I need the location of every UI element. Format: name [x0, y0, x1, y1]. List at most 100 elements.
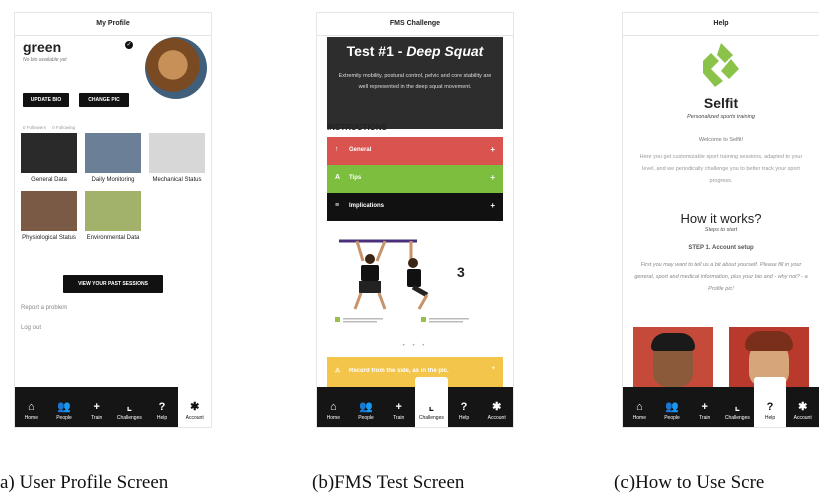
- tile-image: [85, 191, 141, 231]
- page-title: FMS Challenge: [317, 13, 513, 36]
- nav-train[interactable]: + Train: [80, 401, 113, 427]
- question-icon: ?: [460, 401, 468, 413]
- nav-challenges[interactable]: ⌞ Challenges: [113, 401, 146, 427]
- logout-link[interactable]: Log out: [21, 325, 41, 331]
- plus-icon: +: [395, 401, 402, 413]
- accordion-tips[interactable]: A Tips +: [327, 165, 503, 193]
- accordion-label: General: [349, 147, 372, 153]
- tile-physiological-status[interactable]: Physiological Status: [21, 191, 77, 243]
- nav-label: People: [664, 415, 680, 421]
- gear-icon: ✱: [492, 401, 502, 413]
- tile-label: Environmental Data: [86, 235, 140, 241]
- nav-label: Help: [764, 415, 776, 421]
- carousel-dots[interactable]: • • •: [317, 343, 513, 349]
- nav-label: Help: [156, 415, 168, 421]
- test-number: Test #1 -: [346, 43, 407, 59]
- tips-icon: A: [335, 174, 341, 181]
- nav-train[interactable]: + Train: [382, 401, 415, 427]
- nav-home[interactable]: ⌂ Home: [15, 401, 48, 427]
- tile-general-data[interactable]: General Data: [21, 133, 77, 185]
- test-name: Deep Squat: [406, 43, 484, 59]
- nav-account[interactable]: ✱ Account: [480, 401, 513, 427]
- people-icon: 👥: [665, 401, 679, 413]
- instructions-heading: INSTRUCTIONS: [327, 123, 387, 132]
- nav-label: Challenges: [116, 415, 142, 421]
- nav-label: Home: [632, 415, 646, 421]
- tile-environmental-data[interactable]: Environmental Data: [85, 191, 141, 243]
- nav-label: Challenges: [418, 415, 444, 421]
- step1-text: First you may want to tell us a bit abou…: [634, 262, 808, 292]
- tile-image: [21, 133, 77, 173]
- nav-challenges[interactable]: ⌞ Challenges: [721, 401, 754, 427]
- nav-people[interactable]: 👥 People: [656, 401, 689, 427]
- nav-challenges[interactable]: ⌞ Challenges: [415, 377, 448, 427]
- test-hero: Test #1 - Deep Squat Extremity mobility,…: [327, 37, 503, 129]
- people-icon: 👥: [359, 401, 373, 413]
- test-description: Extremity mobility, postural control, pe…: [338, 73, 492, 90]
- avatar: [633, 327, 713, 391]
- avatar[interactable]: [145, 37, 207, 99]
- steps-subtitle: Steps to start: [704, 227, 738, 233]
- score-label: 3: [457, 264, 465, 280]
- nav-account[interactable]: ✱ Account: [786, 401, 819, 427]
- app-name: Selfit: [703, 95, 739, 111]
- past-sessions-button[interactable]: VIEW YOUR PAST SESSIONS: [63, 275, 163, 293]
- tile-label: Mechanical Status: [152, 177, 202, 183]
- nav-people[interactable]: 👥 People: [48, 401, 81, 427]
- accordion-general[interactable]: ↑ General +: [327, 137, 503, 165]
- bottom-nav: ⌂ Home 👥 People + Train ⌞ Challenges ? Help ✱…: [15, 377, 211, 427]
- page-title: My Profile: [15, 13, 211, 36]
- nav-label: Train: [699, 415, 711, 421]
- bottom-nav: ⌂ Home 👥 People + Train ⌞ Challenges ? Help ✱…: [317, 377, 513, 427]
- selfit-logo: [703, 43, 739, 87]
- chart-icon: ⌞: [428, 401, 434, 413]
- following-count[interactable]: 0 Following: [52, 125, 75, 130]
- home-icon: ⌂: [330, 401, 337, 413]
- update-bio-button[interactable]: UPDATE BIO: [23, 93, 69, 107]
- fms-screen: FMS Challenge Test #1 - Deep Squat Extre…: [316, 12, 514, 428]
- nav-home[interactable]: ⌂ Home: [317, 401, 350, 427]
- bottom-nav: ⌂ Home 👥 People + Train ⌞ Challenges ? Help ✱…: [623, 377, 819, 427]
- nav-label: People: [358, 415, 374, 421]
- home-icon: ⌂: [28, 401, 35, 413]
- tile-image: [85, 133, 141, 173]
- expand-icon[interactable]: +: [491, 366, 495, 372]
- user-name: green: [23, 39, 62, 55]
- report-problem-link[interactable]: Report a problem: [21, 305, 67, 311]
- nav-label: Help: [458, 415, 470, 421]
- tile-mechanical-status[interactable]: Mechanical Status: [149, 133, 205, 185]
- caption-a: a) User Profile Screen: [0, 472, 169, 493]
- nav-label: Challenges: [724, 415, 750, 421]
- nav-train[interactable]: + Train: [688, 401, 721, 427]
- list-icon: ≡: [335, 202, 340, 209]
- expand-icon: +: [490, 201, 495, 210]
- tile-daily-monitoring[interactable]: Daily Monitoring: [85, 133, 141, 185]
- nav-help[interactable]: ? Help: [753, 377, 787, 427]
- nav-account[interactable]: ✱ Account: [178, 377, 211, 427]
- gear-icon: ✱: [190, 401, 200, 413]
- chart-icon: ⌞: [734, 401, 740, 413]
- profile-screen: My Profile green ✓ No bio available yet …: [14, 12, 212, 428]
- nav-label: People: [56, 415, 72, 421]
- nav-label: Train: [91, 415, 103, 421]
- warning-icon: ⚠: [335, 368, 341, 374]
- accordion-implications[interactable]: ≡ Implications +: [327, 193, 503, 221]
- squat-illustration: 3: [335, 239, 469, 323]
- help-screen: Help Selfit Personalized sports training…: [622, 12, 819, 428]
- nav-label: Account: [793, 415, 812, 421]
- followers-count[interactable]: 0 Followers: [23, 125, 46, 130]
- how-heading: How it works?: [680, 211, 762, 226]
- nav-help[interactable]: ? Help: [146, 401, 179, 427]
- expand-icon: +: [490, 173, 495, 182]
- warning-text: Record from the side, as in the pic.: [349, 368, 449, 374]
- people-icon: 👥: [57, 401, 71, 413]
- plus-icon: +: [701, 401, 708, 413]
- nav-people[interactable]: 👥 People: [350, 401, 383, 427]
- tile-label: Physiological Status: [22, 235, 76, 241]
- nav-home[interactable]: ⌂ Home: [623, 401, 656, 427]
- nav-help[interactable]: ? Help: [448, 401, 481, 427]
- user-bio: No bio available yet: [23, 57, 67, 63]
- change-pic-button[interactable]: CHANGE PIC: [79, 93, 129, 107]
- question-icon: ?: [158, 401, 166, 413]
- gear-icon: ✱: [798, 401, 808, 413]
